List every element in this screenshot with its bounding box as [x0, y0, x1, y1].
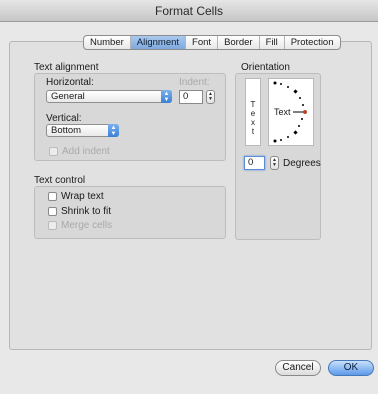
vertical-text-char: t [251, 127, 255, 136]
degrees-stepper[interactable]: ▲ ▼ [270, 156, 279, 170]
vertical-text-char: e [250, 109, 256, 118]
degrees-field[interactable]: 0 [244, 156, 265, 170]
orientation-heading: Orientation [241, 62, 290, 73]
format-cells-dialog: Format Cells Number Alignment Font Borde… [0, 0, 378, 394]
popup-arrows-icon: ▲ ▼ [108, 124, 119, 137]
indent-field[interactable]: 0 [179, 90, 203, 104]
merge-cells-label: Merge cells [61, 220, 113, 231]
window-title: Format Cells [0, 0, 378, 22]
text-alignment-heading: Text alignment [34, 62, 99, 73]
tab-number[interactable]: Number [84, 36, 131, 49]
orientation-dial[interactable]: Text [268, 78, 314, 146]
merge-cells-checkbox[interactable] [48, 221, 57, 230]
vertical-popup[interactable]: Bottom ▲ ▼ [46, 124, 119, 137]
tab-alignment[interactable]: Alignment [130, 36, 187, 49]
tab-protection[interactable]: Protection [285, 36, 340, 49]
ok-button[interactable]: OK [328, 360, 374, 376]
indent-stepper[interactable]: ▲ ▼ [206, 90, 215, 104]
tab-border[interactable]: Border [218, 36, 260, 49]
degrees-label: Degrees [283, 158, 321, 169]
text-control-heading: Text control [34, 175, 86, 186]
vertical-label: Vertical: [46, 113, 82, 124]
shrink-to-fit-checkbox[interactable] [48, 207, 57, 216]
vertical-text-sample[interactable]: T e x t [245, 78, 261, 146]
popup-arrows-icon: ▲ ▼ [161, 90, 172, 103]
horizontal-label: Horizontal: [46, 77, 94, 88]
vertical-value: Bottom [51, 125, 82, 136]
dial-text: Text [274, 107, 291, 117]
indent-label: Indent: [179, 77, 210, 88]
cancel-button[interactable]: Cancel [275, 360, 321, 376]
wrap-text-checkbox[interactable] [48, 192, 57, 201]
vertical-text-char: T [250, 100, 256, 109]
wrap-text-label: Wrap text [61, 191, 104, 202]
tab-fill[interactable]: Fill [260, 36, 285, 49]
horizontal-value: General [51, 91, 85, 102]
horizontal-popup[interactable]: General ▲ ▼ [46, 90, 172, 103]
tab-bar: Number Alignment Font Border Fill Protec… [83, 35, 341, 50]
add-indent-label: Add indent [62, 146, 110, 157]
add-indent-checkbox[interactable] [49, 147, 58, 156]
vertical-text-char: x [251, 118, 255, 127]
tab-font[interactable]: Font [186, 36, 219, 49]
shrink-to-fit-label: Shrink to fit [61, 206, 112, 217]
